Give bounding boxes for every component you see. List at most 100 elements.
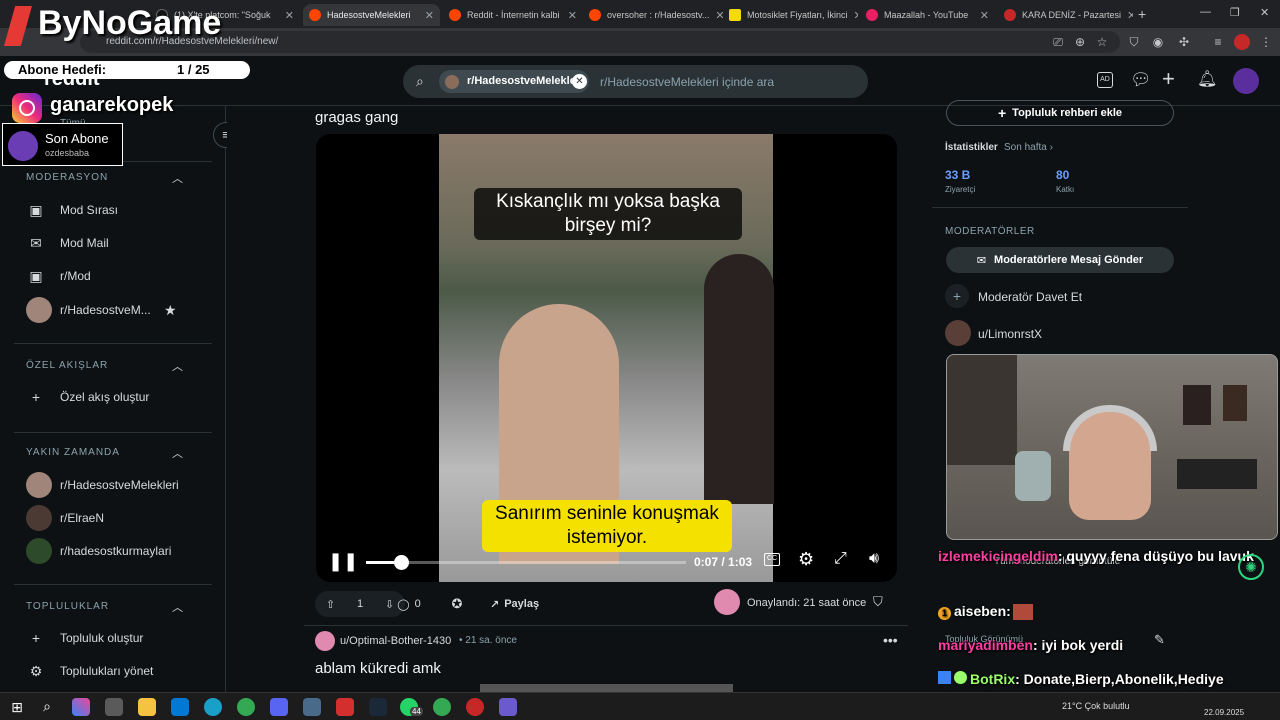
- shield-icon[interactable]: ⛉: [1126, 34, 1142, 50]
- fullscreen-icon[interactable]: ⤢: [834, 550, 847, 568]
- chrome-icon[interactable]: [237, 698, 255, 716]
- kebab-menu-icon[interactable]: ⋮: [1258, 34, 1274, 50]
- close-icon[interactable]: ✕: [1121, 9, 1133, 22]
- extension-icon[interactable]: ◉: [1150, 34, 1166, 50]
- invite-moderator-link[interactable]: Moderatör Davet Et: [978, 290, 1082, 304]
- outlook-icon[interactable]: [171, 698, 189, 716]
- sidebar-item-r-mod[interactable]: ▣ r/Mod: [26, 261, 90, 291]
- file-explorer-icon[interactable]: [138, 698, 156, 716]
- advertise-icon[interactable]: AD: [1097, 72, 1113, 88]
- chevron-up-icon[interactable]: ︿: [172, 599, 183, 615]
- moderator-username[interactable]: u/LimonrstX: [978, 327, 1042, 341]
- close-icon[interactable]: ✕: [848, 9, 858, 22]
- puzzle-icon[interactable]: ✣: [1176, 34, 1192, 50]
- divider: [304, 625, 908, 626]
- recent-item-hadesostkurmaylari[interactable]: r/hadesostkurmaylari: [26, 536, 171, 566]
- recent-item-elraen[interactable]: r/ElraeN: [26, 503, 104, 533]
- close-icon[interactable]: ✕: [279, 9, 294, 22]
- headset: [1063, 405, 1157, 451]
- moderation-section-title[interactable]: MODERASYON: [26, 172, 108, 183]
- chevron-up-icon[interactable]: ︿: [172, 170, 183, 186]
- windows-start-icon[interactable]: ⊞: [8, 698, 26, 716]
- close-window-button[interactable]: ✕: [1260, 6, 1269, 19]
- copilot-icon[interactable]: [72, 698, 90, 716]
- upvote-icon[interactable]: ⇧: [326, 598, 335, 611]
- weather-widget[interactable]: 21°C Çok bulutlu: [1062, 701, 1130, 711]
- tab-hadesostvemelekleri[interactable]: HadesostveMelekleri ✕: [303, 4, 440, 26]
- create-post-icon[interactable]: +: [1162, 66, 1175, 92]
- video-player[interactable]: Kıskançlık mı yoksa başka birşey mi? San…: [316, 134, 897, 582]
- notification-bell-icon[interactable]: 🔔︎: [1197, 69, 1217, 89]
- gear-icon[interactable]: ⚙: [798, 549, 814, 570]
- message-mods-button[interactable]: ✉ Moderatörlere Mesaj Gönder: [946, 247, 1174, 273]
- add-community-guide-button[interactable]: + Topluluk rehberi ekle: [946, 100, 1174, 126]
- search-placeholder[interactable]: r/HadesostveMelekleri içinde ara: [600, 75, 774, 89]
- pause-icon[interactable]: ❚❚: [328, 551, 358, 572]
- gear-icon: ⚙: [29, 662, 43, 679]
- tab-oversoher[interactable]: oversoher : r/Hadesostv... ✕: [583, 4, 723, 26]
- close-icon[interactable]: ✕: [709, 9, 723, 22]
- video-progress-track[interactable]: [366, 555, 686, 570]
- chevron-up-icon[interactable]: ︿: [172, 445, 183, 461]
- manage-communities[interactable]: ⚙ Toplulukları yönet: [26, 656, 154, 686]
- chevron-up-icon[interactable]: ︿: [172, 358, 183, 374]
- tab-motosiklet[interactable]: Motosiklet Fiyatları, İkinci✕: [723, 4, 858, 26]
- riot-icon[interactable]: [336, 698, 354, 716]
- post-author[interactable]: u/Optimal-Bother-1430: [340, 635, 451, 647]
- favorite-star-icon[interactable]: ★: [164, 302, 177, 319]
- sidebar-item-hadesostvemelekleri[interactable]: r/HadesostveM... ★: [26, 295, 177, 325]
- steam-icon[interactable]: [369, 698, 387, 716]
- comments-button[interactable]: ◯ 0: [384, 591, 434, 617]
- search-icon[interactable]: ⌕: [38, 698, 56, 716]
- community-search-chip[interactable]: r/HadesostveMelekleri ✕: [439, 70, 589, 93]
- obs-icon[interactable]: [466, 698, 484, 716]
- volume-icon[interactable]: 🔊︎: [869, 550, 879, 568]
- close-icon[interactable]: ✕: [974, 9, 989, 22]
- create-community[interactable]: + Topluluk oluştur: [26, 623, 143, 653]
- tab-reddit[interactable]: Reddit - İnternetin kalbi ✕: [443, 4, 583, 26]
- share-button[interactable]: ↗ Paylaş: [490, 591, 550, 617]
- tab-kara-deniz[interactable]: KARA DENİZ - Pazartesi ✕: [998, 4, 1133, 26]
- captions-icon[interactable]: CC: [764, 553, 780, 566]
- system-date[interactable]: 22.09.2025: [1204, 708, 1244, 717]
- close-icon[interactable]: ✕: [562, 9, 577, 22]
- post-title[interactable]: ablam kükredi amk: [315, 660, 441, 677]
- sidebar-item-mod-mail[interactable]: ✉ Mod Mail: [26, 228, 109, 258]
- store-icon[interactable]: [105, 698, 123, 716]
- new-tab-button[interactable]: +: [1138, 6, 1146, 22]
- post-title[interactable]: gragas gang: [315, 109, 398, 126]
- search-bar[interactable]: ⌕ r/HadesostveMelekleri ✕ r/HadesostveMe…: [403, 65, 868, 98]
- youtube-icon: [1004, 9, 1016, 21]
- more-options-icon[interactable]: •••: [883, 632, 898, 648]
- discord-icon[interactable]: [270, 698, 288, 716]
- address-bar[interactable]: reddit.com/r/HadesostveMelekleri/new/: [80, 31, 1120, 53]
- user-avatar[interactable]: [1233, 68, 1259, 94]
- app-icon[interactable]: [303, 698, 321, 716]
- communities-section-title[interactable]: TOPLULUKLAR: [26, 601, 109, 612]
- verified-badge-icon: [954, 671, 967, 684]
- create-custom-feed[interactable]: + Özel akış oluştur: [26, 382, 149, 412]
- video-scrub-handle[interactable]: [394, 555, 410, 570]
- recent-item-hadesostvemelekleri[interactable]: r/HadesostveMelekleri: [26, 470, 179, 500]
- mod-shield-icon[interactable]: ⛉: [873, 594, 883, 610]
- bookmark-star-icon[interactable]: ☆: [1094, 34, 1110, 50]
- tab-youtube[interactable]: Maazallah - YouTube ✕: [860, 4, 995, 26]
- clear-chip-icon[interactable]: ✕: [572, 74, 587, 89]
- maximize-button[interactable]: ❐: [1230, 6, 1240, 19]
- zoom-icon[interactable]: ⊕: [1072, 34, 1088, 50]
- custom-feeds-section-title[interactable]: ÖZEL AKIŞLAR: [26, 360, 108, 371]
- profile-avatar[interactable]: [1234, 34, 1250, 50]
- edge-icon[interactable]: [204, 698, 222, 716]
- stats-range-selector[interactable]: Son hafta ›: [1004, 142, 1053, 153]
- edit-pencil-icon[interactable]: ✎: [1154, 632, 1165, 648]
- chat-icon[interactable]: 💬︎: [1130, 70, 1152, 90]
- award-button[interactable]: ✪: [440, 591, 474, 617]
- recent-section-title[interactable]: YAKIN ZAMANDA: [26, 447, 120, 458]
- close-icon[interactable]: ✕: [419, 9, 434, 22]
- minimize-button[interactable]: —: [1200, 6, 1211, 18]
- menu-list-icon[interactable]: ≡: [1210, 34, 1226, 50]
- chrome-icon[interactable]: [433, 698, 451, 716]
- app-icon[interactable]: [499, 698, 517, 716]
- cast-icon[interactable]: ⎚: [1050, 34, 1066, 50]
- sidebar-item-mod-queue[interactable]: ▣ Mod Sırası: [26, 195, 118, 225]
